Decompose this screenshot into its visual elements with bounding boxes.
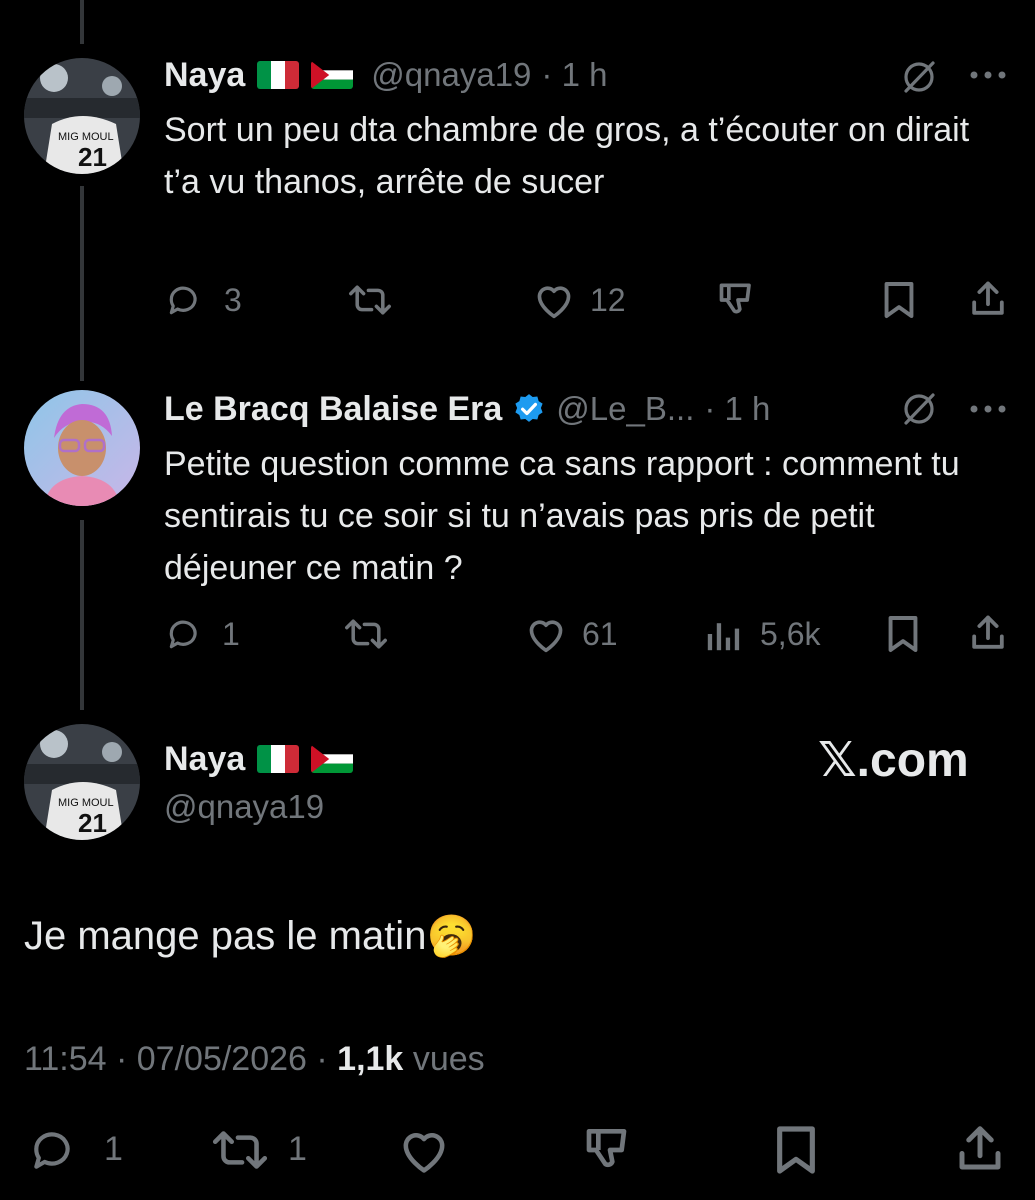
share-icon[interactable] [966, 276, 1010, 322]
yawning-face-icon: 🥱 [426, 914, 477, 958]
main-tweet-text-content: Je mange pas le matin [24, 914, 427, 958]
more-options-icon[interactable] [966, 60, 1010, 90]
grok-icon[interactable] [898, 388, 940, 430]
retweet-icon[interactable] [340, 612, 392, 656]
like-icon[interactable] [394, 1124, 454, 1176]
palestine-flag-icon [311, 61, 354, 89]
share-icon[interactable] [966, 610, 1010, 656]
views-icon[interactable] [704, 612, 744, 656]
tweet-time[interactable]: · 1 h [541, 56, 607, 94]
italy-flag-icon [257, 745, 300, 773]
retweet-count: 1 [288, 1130, 307, 1168]
svg-text:21: 21 [78, 808, 107, 838]
dislike-icon[interactable] [580, 1122, 640, 1178]
author-name[interactable]: Naya [164, 56, 245, 95]
like-icon[interactable] [522, 612, 570, 656]
author-name[interactable]: Le Bracq Balaise Era [164, 390, 502, 429]
svg-text:21: 21 [78, 142, 107, 172]
tweet1-header: Naya @qnaya19 · 1 h [164, 52, 607, 98]
reply-count: 3 [224, 282, 242, 318]
author-name[interactable]: Naya [164, 740, 245, 779]
reply-count: 1 [222, 616, 240, 652]
like-icon[interactable] [530, 278, 578, 322]
verified-badge-icon [512, 392, 546, 426]
share-icon[interactable] [952, 1120, 1008, 1178]
reply-icon[interactable] [162, 278, 206, 322]
reply-count: 1 [104, 1130, 123, 1168]
views-label: vues [412, 1040, 485, 1078]
more-options-icon[interactable] [966, 394, 1010, 424]
like-count: 12 [590, 282, 626, 318]
avatar-naya[interactable]: MIG MOUL 21 [24, 58, 140, 174]
tweet2-text: Petite question comme ca sans rapport : … [164, 445, 960, 587]
grok-icon[interactable] [898, 56, 940, 98]
thread-line-top [80, 0, 84, 44]
main-tweet-text: Je mange pas le matin🥱 [24, 912, 476, 959]
italy-flag-icon [257, 61, 300, 89]
reply-icon[interactable] [162, 612, 206, 656]
thread-line-2 [80, 520, 84, 710]
bookmark-icon[interactable] [882, 612, 924, 656]
timestamp[interactable]: 11:54 · 07/05/2026 · [24, 1040, 328, 1078]
author-handle[interactable]: @qnaya19 [164, 788, 324, 826]
retweet-icon[interactable] [208, 1124, 272, 1176]
dislike-icon[interactable] [714, 276, 762, 324]
tweet-time[interactable]: · 1 h [704, 390, 770, 428]
author-handle[interactable]: @Le_B... [556, 390, 694, 428]
views-count: 1,1k [337, 1040, 404, 1078]
like-count: 61 [582, 616, 618, 652]
tweet-meta: 11:54 · 07/05/2026 · 1,1k vues [24, 1040, 485, 1079]
tweet2-header: Le Bracq Balaise Era @Le_B... · 1 h [164, 386, 770, 432]
avatar-naya-main[interactable]: MIG MOUL 21 [24, 724, 140, 840]
author-handle[interactable]: @qnaya19 [371, 56, 531, 94]
views-count: 5,6k [760, 616, 821, 652]
tweet1-text: Sort un peu dta chambre de gros, a t’éco… [164, 111, 970, 201]
retweet-icon[interactable] [344, 278, 396, 322]
thread-line-1 [80, 186, 84, 381]
bookmark-icon[interactable] [878, 278, 920, 322]
reply-icon[interactable] [24, 1124, 82, 1176]
bookmark-icon[interactable] [770, 1122, 822, 1178]
x-com-watermark: 𝕏.com [818, 734, 969, 787]
avatar-le-bracq[interactable] [24, 390, 140, 506]
palestine-flag-icon [311, 745, 354, 773]
main-tweet-header: Naya [164, 736, 354, 782]
